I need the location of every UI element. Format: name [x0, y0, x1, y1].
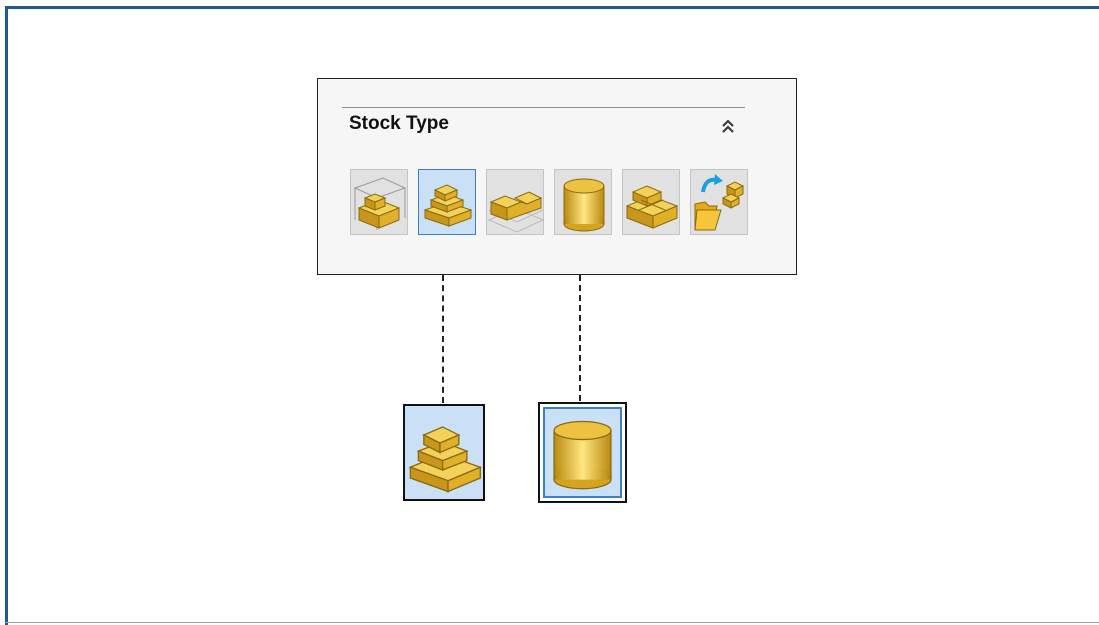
cylinder-stock-button[interactable] [554, 169, 612, 235]
cylinder-stock-icon [553, 420, 612, 490]
stepped-block-stock-button[interactable] [418, 169, 476, 235]
stock-from-file-icon [694, 174, 745, 231]
stepped-block-stock-icon [423, 184, 473, 227]
bounding-box-stock-icon [353, 177, 407, 230]
sketch-blocks-stock-icon [625, 185, 679, 229]
connector-line [442, 275, 444, 403]
connector-line [579, 275, 581, 401]
double-chevron-up-icon[interactable] [718, 117, 738, 137]
cylinder-stock-icon [563, 178, 605, 232]
stock-from-file-button[interactable] [690, 169, 748, 235]
bottom-divider [5, 622, 1099, 623]
stock-type-panel: Stock Type [317, 78, 797, 275]
sketch-blocks-stock-button[interactable] [622, 169, 680, 235]
bounding-box-stock-button[interactable] [350, 169, 408, 235]
section-divider [342, 107, 745, 108]
cylinder-callout-inner [543, 407, 622, 498]
cylinder-callout [538, 402, 627, 503]
stepped-block-stock-icon [408, 426, 483, 493]
extruded-profile-stock-icon [487, 191, 545, 233]
stepped-block-callout [403, 404, 485, 501]
extruded-profile-stock-button[interactable] [486, 169, 545, 235]
panel-title: Stock Type [349, 113, 449, 134]
